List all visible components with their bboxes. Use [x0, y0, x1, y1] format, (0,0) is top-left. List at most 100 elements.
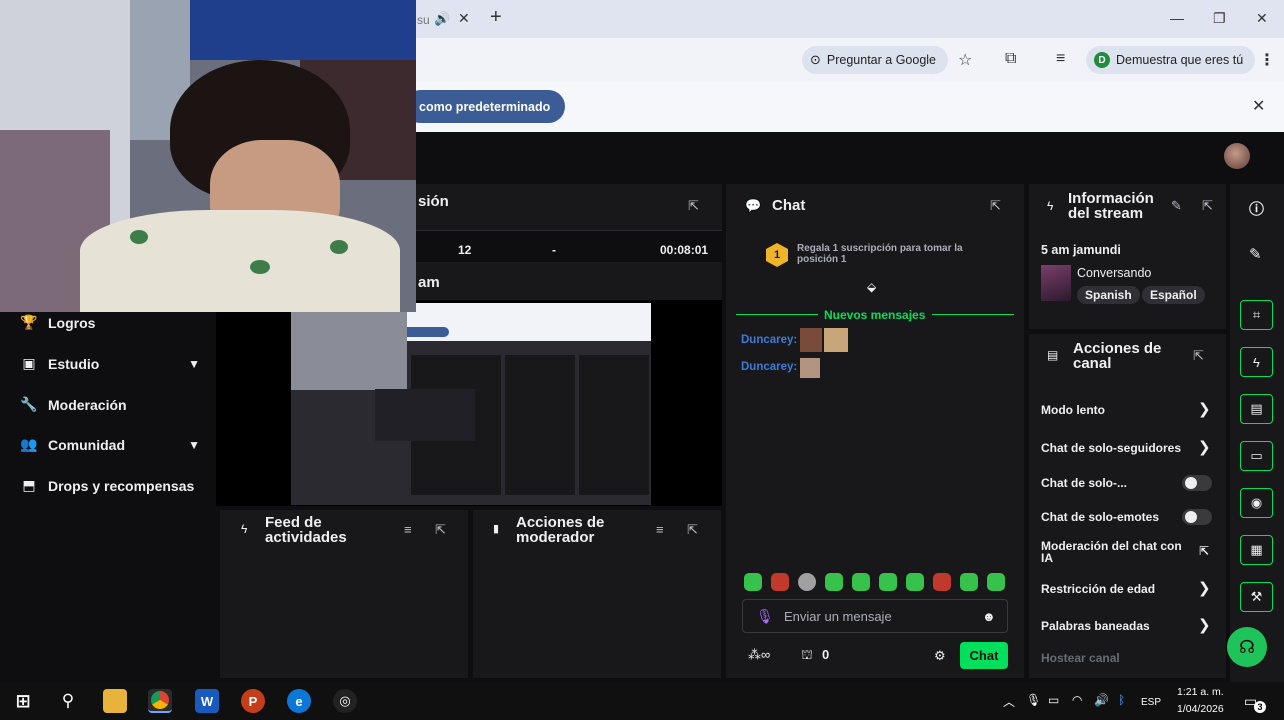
gift-leaderboard-text[interactable]: Regala 1 suscripción para tomar la posic…	[797, 243, 997, 265]
chat-send-button[interactable]: Chat	[960, 642, 1008, 669]
profile-button[interactable]: D Demuestra que eres tú	[1086, 46, 1256, 74]
window-close-icon[interactable]: ✕	[1256, 10, 1268, 27]
chrome-icon[interactable]	[148, 689, 172, 713]
sidebar-item-moderacion[interactable]: 🔧 Moderación	[20, 396, 200, 413]
filter-icon[interactable]: ≡	[656, 522, 664, 537]
emote[interactable]	[933, 573, 951, 591]
filter-icon[interactable]: ≡	[404, 522, 412, 537]
wrench-icon[interactable]: ⚒	[1240, 582, 1273, 612]
microphone-icon[interactable]: 🎙	[756, 608, 774, 625]
sidebar-item-drops[interactable]: ⬒ Drops y recompensas	[20, 477, 200, 494]
wifi-icon[interactable]: ◠	[1072, 693, 1082, 707]
file-explorer-icon[interactable]	[103, 689, 127, 713]
edit-pencil-icon[interactable]: ✎	[1249, 245, 1262, 263]
sidebar-item-label: Comunidad	[48, 436, 125, 453]
emote[interactable]	[744, 573, 762, 591]
note-icon[interactable]: ▤	[1240, 394, 1273, 424]
sidebar-item-comunidad[interactable]: 👥 Comunidad ▼	[20, 436, 200, 453]
category-box-art[interactable]	[1041, 265, 1071, 301]
tab-title[interactable]: su	[417, 13, 430, 27]
emote[interactable]	[987, 573, 1005, 591]
chevron-right-icon[interactable]: ❯	[1198, 579, 1211, 597]
external-link-icon[interactable]: ⇱	[1199, 544, 1209, 558]
minimize-icon[interactable]: —	[1170, 10, 1184, 26]
popout-icon[interactable]: ⇱	[687, 522, 698, 538]
browser-menu-icon[interactable]: ⋮	[1259, 50, 1275, 70]
clock-date[interactable]: 1/04/2026	[1177, 703, 1224, 715]
channel-action-age-restriction[interactable]: Restricción de edad	[1041, 582, 1155, 596]
edit-pencil-icon[interactable]: ✎	[1171, 198, 1182, 214]
popout-icon[interactable]: ⇱	[990, 198, 1001, 214]
chat-username[interactable]: Duncarey:	[741, 361, 797, 373]
channel-action-host[interactable]: Hostear canal	[1041, 651, 1120, 665]
restore-icon[interactable]: ❐	[1213, 10, 1226, 27]
set-default-button[interactable]: como predeterminado	[404, 90, 566, 123]
bookmark-star-icon[interactable]: ☆	[958, 50, 972, 70]
lightning-icon: ϟ	[1047, 199, 1054, 213]
chat-settings-gear-icon[interactable]: ⚙	[934, 648, 946, 664]
channel-points-icon[interactable]: ⛫	[801, 647, 813, 665]
bits-infinity-icon[interactable]: ⁂∞	[748, 647, 770, 663]
emote-only-toggle[interactable]	[1182, 509, 1212, 525]
tab-close-icon[interactable]: ✕	[458, 10, 470, 27]
edge-icon[interactable]: e	[287, 689, 311, 713]
extensions-icon[interactable]: ⧉	[1005, 50, 1016, 68]
windows-start-icon[interactable]: ⊞	[11, 689, 35, 713]
tray-chevron-icon[interactable]: ︿	[1003, 693, 1015, 710]
media-control-icon[interactable]: ≡	[1056, 50, 1065, 68]
info-icon[interactable]: ⓘ	[1249, 198, 1264, 219]
chevron-right-icon[interactable]: ❯	[1198, 400, 1211, 418]
channel-action-banned-words[interactable]: Palabras baneadas	[1041, 619, 1150, 633]
emote[interactable]	[852, 573, 870, 591]
info-bar-close-icon[interactable]: ✕	[1252, 96, 1265, 116]
chevron-right-icon[interactable]: ❯	[1198, 616, 1211, 634]
microphone-icon[interactable]: 🎙	[1026, 693, 1041, 707]
tag[interactable]: Español	[1142, 286, 1205, 304]
bluetooth-icon[interactable]: ᛒ	[1118, 693, 1125, 707]
ask-google-button[interactable]: ⊙ Preguntar a Google	[802, 46, 949, 74]
popout-icon[interactable]: ⇱	[1193, 348, 1204, 364]
pin-icon[interactable]: ⬙	[867, 280, 876, 294]
print-icon[interactable]: ▦	[1240, 535, 1273, 565]
emote[interactable]	[879, 573, 897, 591]
word-icon[interactable]: W	[195, 689, 219, 713]
broadcast-icon[interactable]: ◉	[1240, 488, 1273, 518]
chat-username[interactable]: Duncarey:	[741, 334, 797, 346]
emote-picker-icon[interactable]: ☻	[982, 609, 996, 624]
help-headset-icon[interactable]: ☊	[1227, 627, 1267, 667]
tag[interactable]: Spanish	[1077, 286, 1140, 304]
emote[interactable]	[825, 573, 843, 591]
language-indicator[interactable]: ESP	[1141, 697, 1161, 708]
sidebar-item-logros[interactable]: 🏆 Logros	[20, 314, 200, 331]
emote[interactable]	[771, 573, 789, 591]
category-name[interactable]: Conversando	[1077, 266, 1151, 280]
channel-action-ai-moderation[interactable]: Moderación del chat con IA	[1041, 540, 1191, 564]
new-tab-icon[interactable]: +	[490, 6, 502, 29]
sidebar-item-estudio[interactable]: ▣ Estudio ▼	[20, 355, 200, 372]
channel-action-followers-only[interactable]: Chat de solo-seguidores	[1041, 441, 1181, 455]
obs-icon[interactable]: ◎	[333, 689, 357, 713]
channel-action-subs-only: Chat de solo-...	[1041, 476, 1128, 490]
chat-input-placeholder: Enviar un mensaje	[784, 609, 892, 624]
sidebar-item-label: Moderación	[48, 396, 127, 413]
popout-icon[interactable]: ⇱	[435, 522, 446, 538]
channel-action-slow-mode[interactable]: Modo lento	[1041, 403, 1105, 417]
clip-icon[interactable]: ⌗	[1240, 300, 1273, 330]
popout-icon[interactable]: ⇱	[688, 198, 699, 214]
emote[interactable]	[798, 573, 816, 591]
chevron-right-icon[interactable]: ❯	[1198, 438, 1211, 456]
clock-time[interactable]: 1:21 a. m.	[1177, 686, 1224, 698]
chat-bubble-icon[interactable]: ▭	[1240, 441, 1273, 471]
emote[interactable]	[960, 573, 978, 591]
volume-icon[interactable]: 🔊	[1094, 693, 1109, 707]
session-title: sión	[418, 193, 449, 210]
search-icon[interactable]: ⚲	[56, 689, 80, 713]
speaker-icon[interactable]: 🔊	[434, 11, 450, 27]
emote[interactable]	[906, 573, 924, 591]
subs-only-toggle[interactable]	[1182, 475, 1212, 491]
user-avatar[interactable]	[1224, 143, 1250, 169]
powerpoint-icon[interactable]: P	[241, 689, 265, 713]
network-icon[interactable]: ▭	[1048, 693, 1059, 707]
lightning-icon[interactable]: ϟ	[1240, 347, 1273, 377]
popout-icon[interactable]: ⇱	[1202, 198, 1213, 214]
